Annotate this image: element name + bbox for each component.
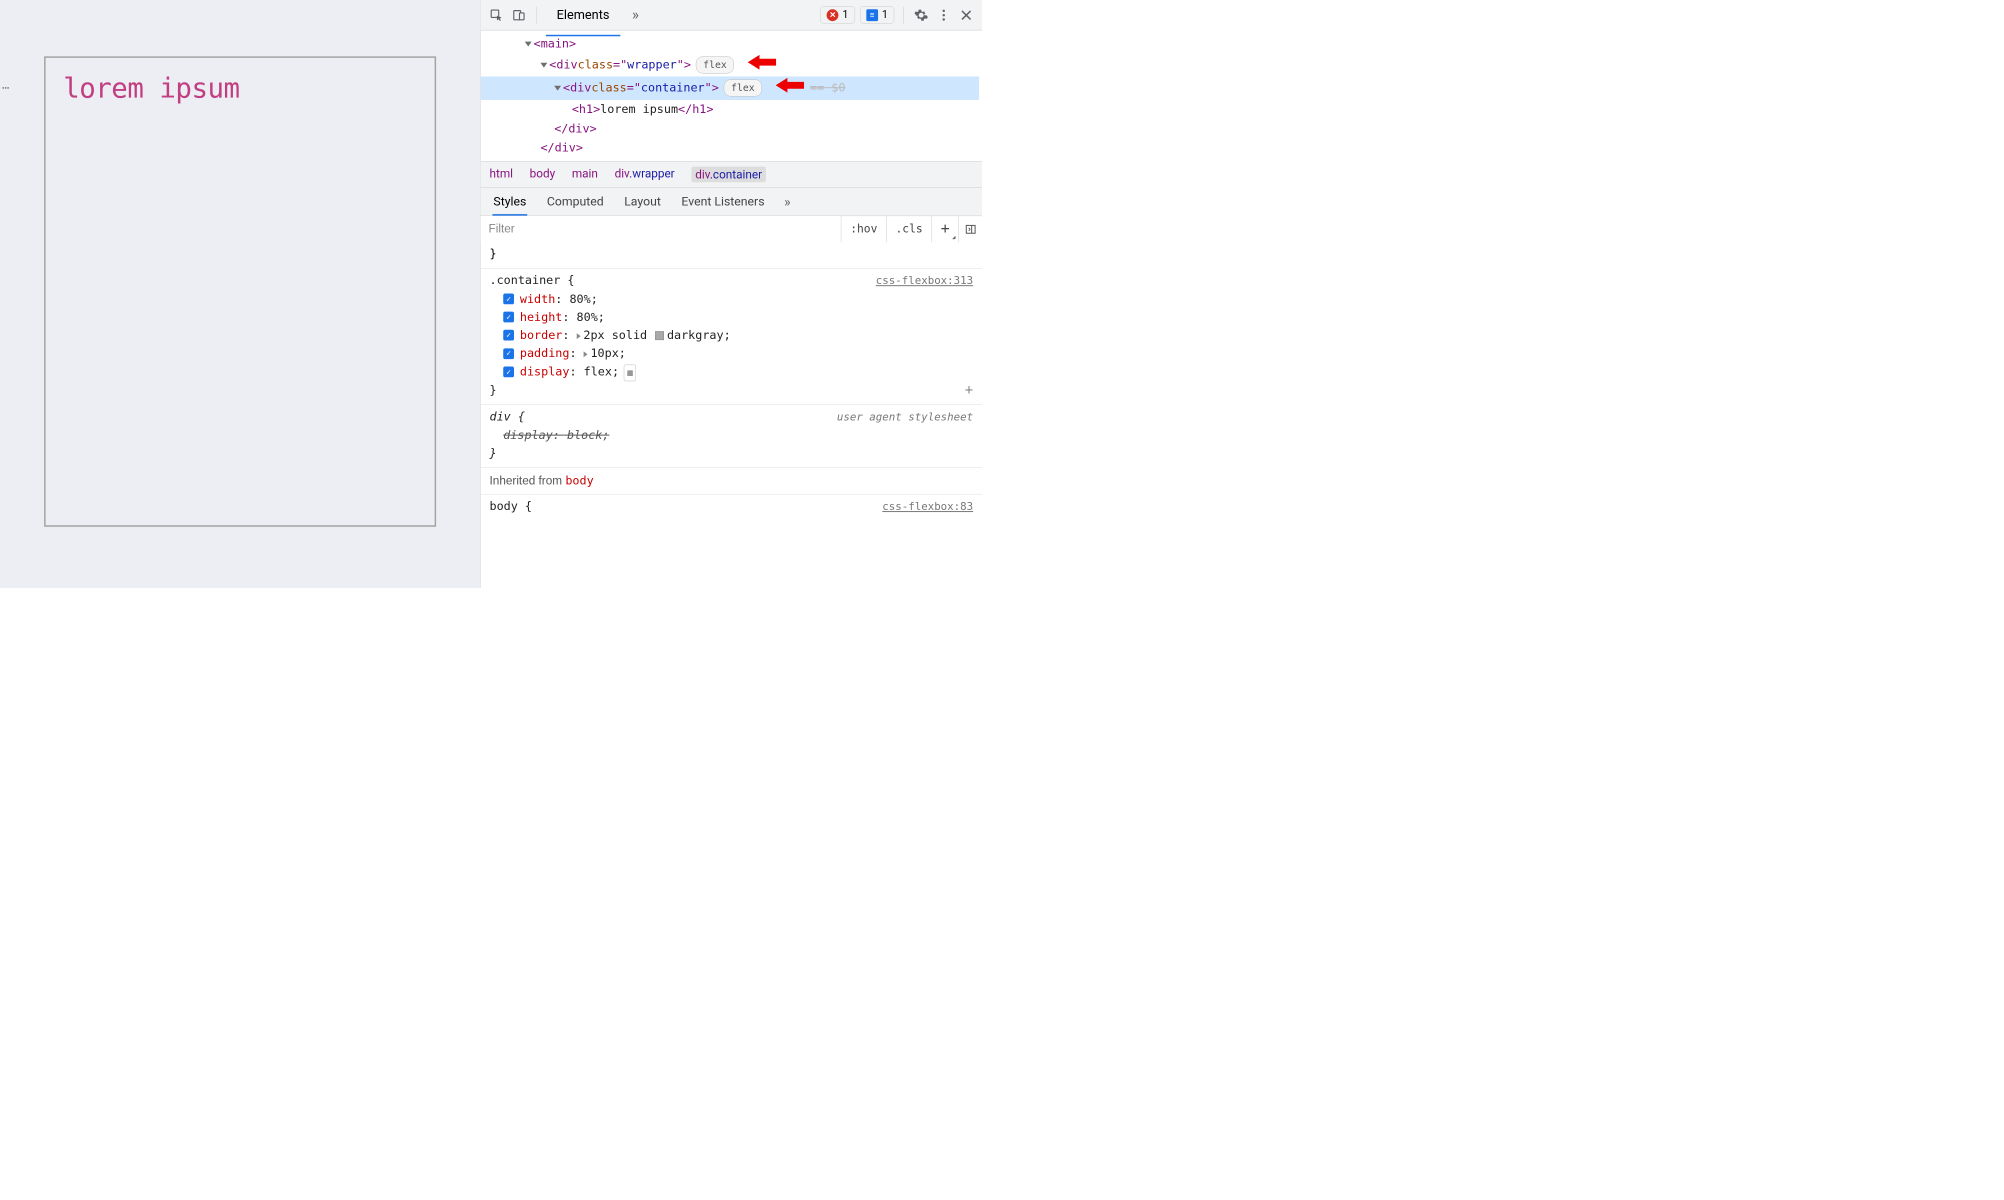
css-selector[interactable]: div { [490, 408, 525, 426]
css-selector[interactable]: body { [490, 497, 532, 515]
dom-tree-row[interactable]: </div> [481, 138, 979, 157]
css-rule-body-peek[interactable]: body { css-flexbox:83 [481, 494, 982, 518]
flex-badge[interactable]: flex [724, 80, 762, 97]
errors-badge[interactable]: ✕1 [820, 6, 854, 23]
dom-tree-row[interactable]: ⋯<div class="container">flex== $0 [481, 77, 979, 100]
breadcrumb-item[interactable]: html [490, 167, 513, 183]
breadcrumb-item[interactable]: div.container [691, 167, 766, 183]
css-declaration[interactable]: ✓padding: 10px; [490, 345, 974, 363]
declaration-enabled-checkbox[interactable]: ✓ [503, 330, 514, 341]
dom-tree-row[interactable]: </div> [481, 119, 979, 138]
css-rule-close: } [490, 381, 974, 399]
inherited-from-tag[interactable]: body [565, 474, 593, 488]
styles-filter-row: :hov .cls + [481, 216, 982, 242]
console-ref-hint: == $0 [810, 79, 845, 97]
css-declaration-overridden[interactable]: display: block; [503, 426, 609, 444]
tabs-overflow-icon[interactable]: » [625, 6, 646, 23]
inherited-from-divider: Inherited from body [481, 468, 982, 495]
styles-pane[interactable]: } .container { css-flexbox:313 ✓width: 8… [481, 242, 982, 588]
cls-toggle-button[interactable]: .cls [886, 216, 931, 242]
dom-tree-row[interactable]: <div class="wrapper">flex [481, 54, 979, 77]
inspect-element-icon[interactable] [488, 6, 506, 24]
dom-tree[interactable]: <main><div class="wrapper">flex⋯<div cla… [481, 30, 982, 161]
messages-count: 1 [882, 9, 888, 21]
shorthand-expand-icon[interactable] [584, 351, 588, 357]
css-source-link[interactable]: css-flexbox:83 [882, 499, 973, 516]
declaration-enabled-checkbox[interactable]: ✓ [503, 312, 514, 323]
rule-truncated-above: } [481, 242, 982, 269]
styles-subtabs: Styles Computed Layout Event Listeners » [481, 187, 982, 215]
rendered-page-pane: lorem ipsum [0, 0, 480, 588]
breadcrumb-trail: html body main div.wrapper div.container [481, 161, 982, 187]
declaration-enabled-checkbox[interactable]: ✓ [503, 348, 514, 359]
add-declaration-button[interactable]: + [965, 379, 973, 400]
subtabs-overflow-icon[interactable]: » [784, 194, 790, 210]
devtools-toolbar: Elements » ✕1 ≡1 [481, 0, 982, 30]
declaration-enabled-checkbox[interactable]: ✓ [503, 294, 514, 305]
css-declaration[interactable]: ✓border: 2px solid darkgray; [490, 326, 974, 344]
expand-toggle-icon[interactable] [540, 63, 547, 68]
computed-sidebar-toggle-icon[interactable] [958, 216, 982, 242]
breadcrumb-item[interactable]: body [530, 167, 556, 183]
subtab-event-listeners[interactable]: Event Listeners [680, 189, 765, 215]
css-source-ua: user agent stylesheet [837, 409, 973, 426]
shorthand-expand-icon[interactable] [577, 333, 581, 339]
errors-count: 1 [842, 9, 848, 21]
inherited-from-label: Inherited from [490, 474, 563, 487]
settings-icon[interactable] [912, 6, 930, 24]
demo-container: lorem ipsum [44, 56, 436, 526]
css-declaration[interactable]: ✓width: 80%; [490, 290, 974, 308]
color-swatch[interactable] [655, 331, 664, 340]
subtab-layout[interactable]: Layout [623, 189, 662, 215]
css-declaration[interactable]: ✓height: 80%; [490, 308, 974, 326]
devtools-panel: Elements » ✕1 ≡1 <main><div class="wrapp… [480, 0, 982, 588]
declaration-enabled-checkbox[interactable]: ✓ [503, 367, 514, 378]
expand-toggle-icon[interactable] [554, 86, 561, 91]
expand-toggle-icon[interactable] [525, 41, 532, 46]
close-devtools-icon[interactable] [957, 6, 975, 24]
breadcrumb-item[interactable]: main [572, 167, 598, 183]
css-source-link[interactable]: css-flexbox:313 [876, 273, 973, 290]
dom-tree-row[interactable]: <main> [481, 34, 979, 53]
css-rule-container[interactable]: .container { css-flexbox:313 ✓width: 80%… [481, 269, 982, 405]
tab-elements[interactable]: Elements [546, 1, 620, 29]
hov-toggle-button[interactable]: :hov [841, 216, 886, 242]
messages-badge[interactable]: ≡1 [860, 6, 894, 23]
subtab-computed[interactable]: Computed [546, 189, 605, 215]
dom-tree-row[interactable]: <h1>lorem ipsum</h1> [481, 100, 979, 119]
more-menu-icon[interactable] [935, 6, 953, 24]
demo-heading: lorem ipsum [63, 73, 417, 105]
css-rule-div-ua[interactable]: div { user agent stylesheet display: blo… [481, 405, 982, 468]
css-declaration[interactable]: ✓display: flex;▦ [490, 363, 974, 382]
new-style-rule-button[interactable]: + [931, 216, 958, 242]
flex-badge[interactable]: flex [696, 56, 734, 73]
breadcrumb-item[interactable]: div.wrapper [615, 167, 675, 183]
subtab-styles[interactable]: Styles [492, 189, 527, 215]
device-toggle-icon[interactable] [510, 6, 528, 24]
styles-filter-input[interactable] [481, 216, 841, 242]
flex-editor-icon[interactable]: ▦ [624, 365, 636, 382]
css-rule-close: } [490, 444, 974, 462]
css-selector[interactable]: .container { [490, 272, 575, 290]
